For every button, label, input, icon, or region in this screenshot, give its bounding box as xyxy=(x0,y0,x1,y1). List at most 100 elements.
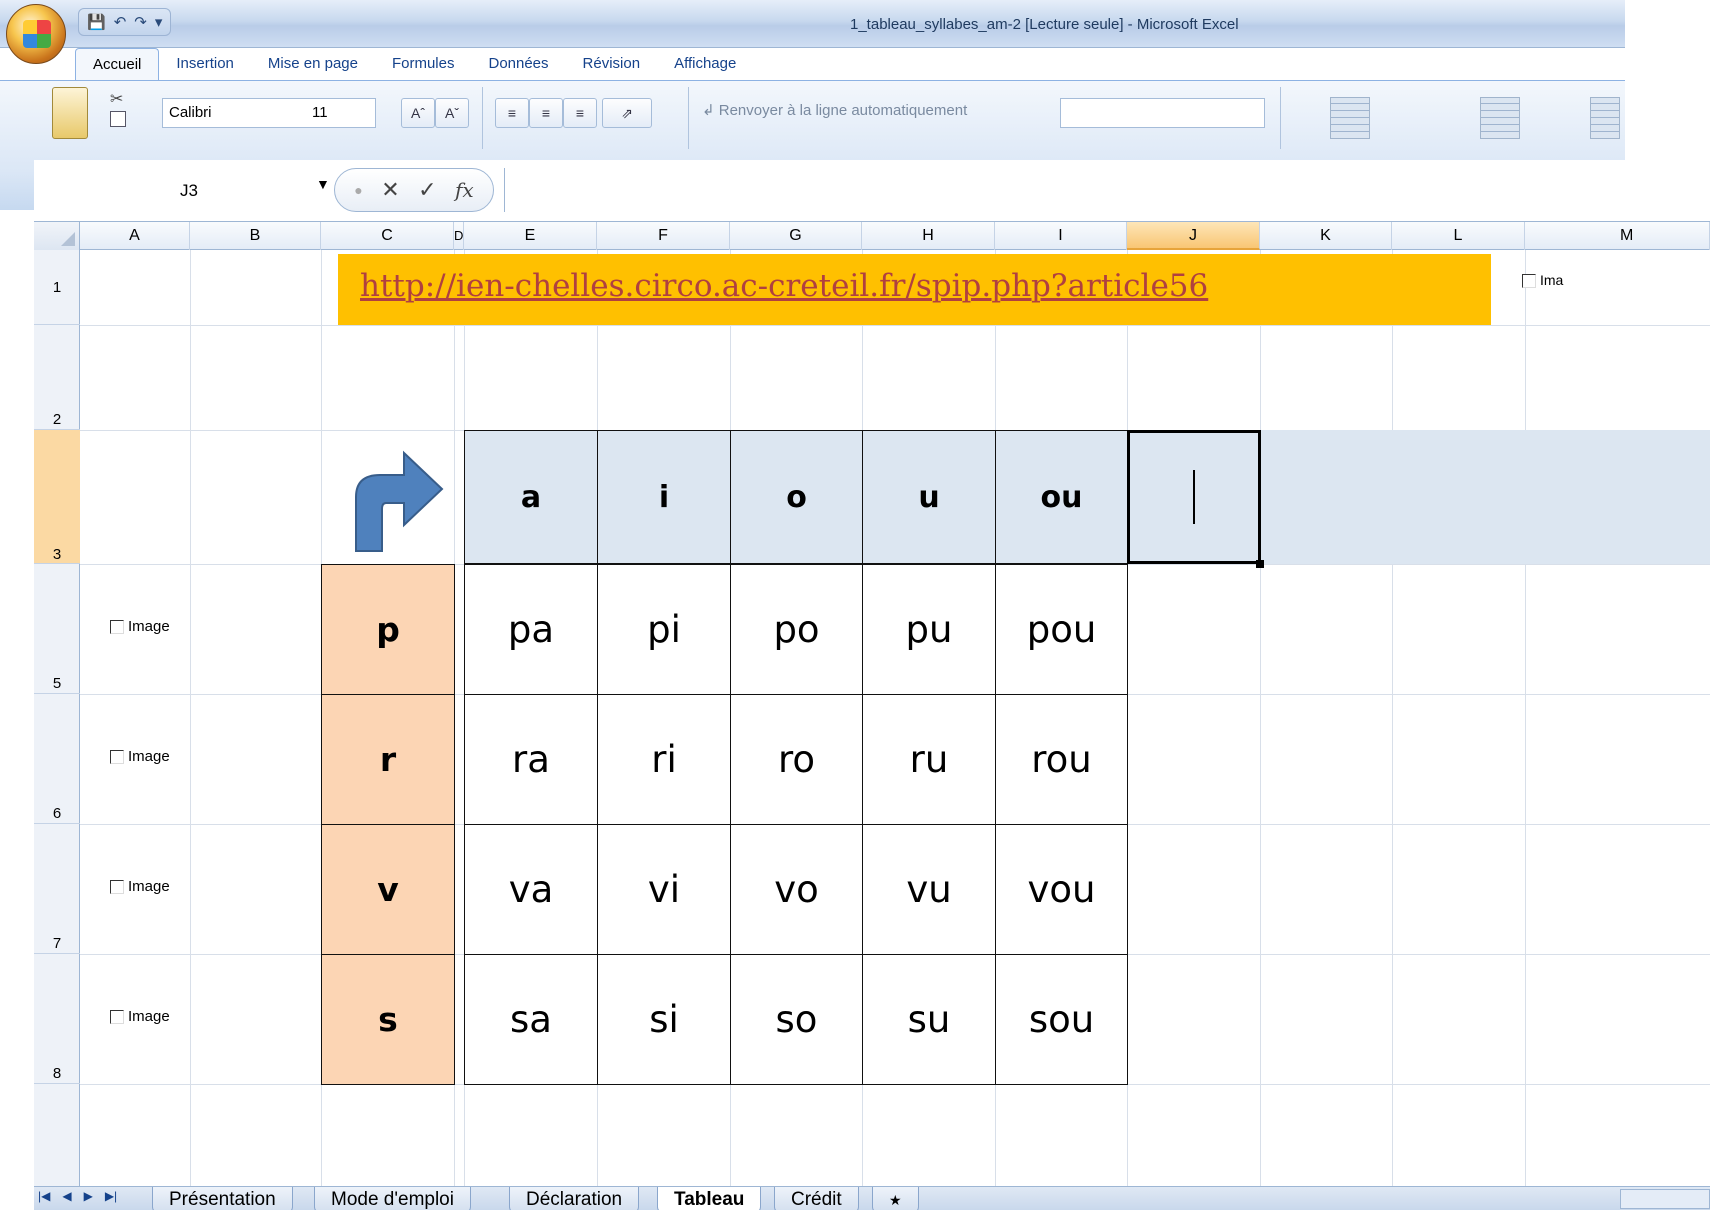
table-format-icon[interactable] xyxy=(1480,97,1520,139)
syllable-cell[interactable]: rou xyxy=(995,694,1128,825)
syllable-cell[interactable]: pu xyxy=(862,564,996,695)
syllable-cell[interactable]: pi xyxy=(597,564,731,695)
first-sheet-icon[interactable]: |◀ xyxy=(38,1189,50,1203)
syllable-cell[interactable]: ru xyxy=(862,694,996,825)
number-format-select[interactable] xyxy=(1060,98,1265,128)
selected-cell-j3[interactable] xyxy=(1127,430,1261,564)
vowel-header[interactable]: a xyxy=(464,430,598,564)
orientation-icon[interactable]: ⇗ xyxy=(602,98,652,128)
undo-icon[interactable]: ↶ xyxy=(114,13,127,31)
wrap-text-button[interactable]: ↲ Renvoyer à la ligne automatiquement xyxy=(702,101,967,119)
insert-function-icon[interactable]: fx xyxy=(455,178,474,202)
sheet-tab-presentation[interactable]: Présentation xyxy=(152,1187,293,1210)
tab-accueil[interactable]: Accueil xyxy=(75,48,160,80)
sheet-tab-mode-emploi[interactable]: Mode d'emploi xyxy=(314,1187,471,1210)
col-header-h[interactable]: H xyxy=(862,222,995,250)
col-header-l[interactable]: L xyxy=(1392,222,1525,250)
next-sheet-icon[interactable]: ▶ xyxy=(84,1189,93,1203)
last-sheet-icon[interactable]: ▶| xyxy=(105,1189,117,1203)
image-checkbox-r[interactable]: Image xyxy=(110,748,170,765)
tab-formules[interactable]: Formules xyxy=(375,48,472,80)
enter-icon[interactable]: ✓ xyxy=(418,177,436,203)
syllable-cell[interactable]: va xyxy=(464,824,598,955)
align-middle-icon[interactable]: ≡ xyxy=(529,98,563,128)
align-top-icon[interactable]: ≡ xyxy=(495,98,529,128)
col-header-k[interactable]: K xyxy=(1260,222,1392,250)
tab-donnees[interactable]: Données xyxy=(471,48,565,80)
insert-sheet-icon[interactable]: ★ xyxy=(872,1187,919,1210)
shrink-font-icon[interactable]: Aˇ xyxy=(435,98,469,128)
col-header-c[interactable]: C xyxy=(321,222,454,250)
grow-font-icon[interactable]: Aˆ xyxy=(401,98,435,128)
syllable-cell[interactable]: po xyxy=(730,564,863,695)
syllable-cell[interactable]: vi xyxy=(597,824,731,955)
consonant-cell[interactable]: r xyxy=(321,694,455,825)
office-button[interactable] xyxy=(6,4,66,64)
col-header-f[interactable]: F xyxy=(597,222,730,250)
consonant-cell[interactable]: p xyxy=(321,564,455,695)
syllable-cell[interactable]: sa xyxy=(464,954,598,1085)
tab-revision[interactable]: Révision xyxy=(566,48,658,80)
tab-mise-en-page[interactable]: Mise en page xyxy=(251,48,375,80)
vowel-header[interactable]: o xyxy=(730,430,863,564)
row-header-3[interactable]: 3 xyxy=(34,430,80,564)
image-checkbox-m1[interactable]: Ima xyxy=(1522,272,1563,289)
horizontal-scrollbar[interactable] xyxy=(1620,1189,1710,1209)
row-header-6[interactable]: 6 xyxy=(34,694,80,824)
quick-access-toolbar[interactable]: 💾 ↶ ↷ ▾ xyxy=(78,8,172,36)
sheet-tab-declaration[interactable]: Déclaration xyxy=(509,1187,640,1210)
cell-styles-icon[interactable] xyxy=(1590,97,1620,139)
col-header-b[interactable]: B xyxy=(190,222,321,250)
col-header-g[interactable]: G xyxy=(730,222,862,250)
row-header-1[interactable]: 1 xyxy=(34,250,80,325)
col-header-d[interactable]: D xyxy=(454,222,464,250)
row-header-5[interactable]: 5 xyxy=(34,564,80,694)
expand-icon[interactable]: ● xyxy=(354,182,362,198)
syllable-cell[interactable]: vu xyxy=(862,824,996,955)
copy-icon[interactable] xyxy=(110,111,126,127)
cancel-icon[interactable]: ✕ xyxy=(381,177,399,203)
syllable-cell[interactable]: vou xyxy=(995,824,1128,955)
col-header-m[interactable]: M xyxy=(1525,222,1710,250)
prev-sheet-icon[interactable]: ◀ xyxy=(62,1189,71,1203)
image-checkbox-v[interactable]: Image xyxy=(110,878,170,895)
name-box-dropdown-icon[interactable]: ▼ xyxy=(316,176,330,192)
align-bottom-icon[interactable]: ≡ xyxy=(563,98,597,128)
syllable-cell[interactable]: vo xyxy=(730,824,863,955)
col-header-e[interactable]: E xyxy=(464,222,597,250)
syllable-cell[interactable]: su xyxy=(862,954,996,1085)
sheet-tab-credit[interactable]: Crédit xyxy=(774,1187,859,1210)
row-header-2[interactable]: 2 xyxy=(34,325,80,430)
syllable-cell[interactable]: ro xyxy=(730,694,863,825)
vowel-header[interactable]: ou xyxy=(995,430,1128,564)
syllable-cell[interactable]: ri xyxy=(597,694,731,825)
syllable-cell[interactable]: pou xyxy=(995,564,1128,695)
col-header-j[interactable]: J xyxy=(1127,222,1260,250)
font-size-select[interactable]: 11 xyxy=(306,98,376,128)
customize-toolbar-icon[interactable]: ▾ xyxy=(155,13,163,31)
select-all-corner[interactable] xyxy=(34,222,80,250)
image-checkbox-s[interactable]: Image xyxy=(110,1008,170,1025)
syllable-cell[interactable]: ra xyxy=(464,694,598,825)
syllable-cell[interactable]: si xyxy=(597,954,731,1085)
vowel-header[interactable]: i xyxy=(597,430,731,564)
syllable-cell[interactable]: pa xyxy=(464,564,598,695)
fill-handle[interactable] xyxy=(1256,560,1264,568)
consonant-cell[interactable]: v xyxy=(321,824,455,955)
name-box[interactable]: J3 xyxy=(34,172,344,210)
cut-icon[interactable]: ✂ xyxy=(110,89,123,109)
syllable-cell[interactable]: so xyxy=(730,954,863,1085)
save-icon[interactable]: 💾 xyxy=(87,13,106,31)
row-header-8[interactable]: 8 xyxy=(34,954,80,1084)
redo-icon[interactable]: ↷ xyxy=(134,13,147,31)
tab-insertion[interactable]: Insertion xyxy=(159,48,251,80)
conditional-formatting-icon[interactable] xyxy=(1330,97,1370,139)
article-link[interactable]: http://ien-chelles.circo.ac-creteil.fr/s… xyxy=(360,268,1208,304)
vowel-header[interactable]: u xyxy=(862,430,996,564)
image-checkbox-p[interactable]: Image xyxy=(110,618,170,635)
consonant-cell[interactable]: s xyxy=(321,954,455,1085)
formula-input[interactable] xyxy=(504,168,1710,212)
paste-icon[interactable] xyxy=(52,87,88,139)
sheet-tab-tableau[interactable]: Tableau xyxy=(657,1187,762,1210)
col-header-a[interactable]: A xyxy=(80,222,190,250)
